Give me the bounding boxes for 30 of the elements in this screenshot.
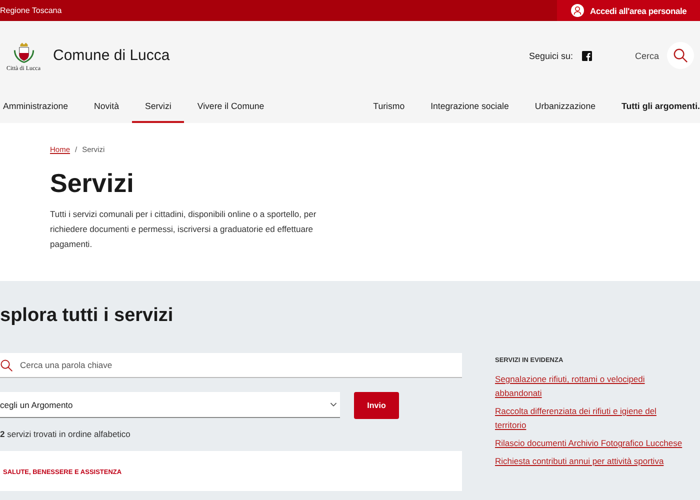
intro-text: Tutti i servizi comunali per i cittadini, disponibili online o a sportello, per richiedere documenti e permessi, iscriversi a graduatorie ed effettuare pagamenti. <box>50 208 318 251</box>
topic-link[interactable]: Tutti gli argomenti. <box>608 90 700 123</box>
submit-button[interactable]: Invio <box>354 392 399 419</box>
region-link[interactable]: Regione Toscana <box>0 6 62 15</box>
site-name[interactable]: Comune di Lucca <box>53 47 170 64</box>
search-label[interactable]: Cerca <box>634 50 659 60</box>
featured-service-link[interactable]: Segnalazione rifiuti, rottami o velocipedi abbandonati <box>495 372 685 400</box>
section-title: splora tutti i servizi <box>0 305 174 327</box>
nav-tab[interactable]: Amministrazione <box>0 90 82 123</box>
user-icon <box>571 4 584 17</box>
login-button[interactable]: Accedi all'area personale <box>557 0 700 21</box>
topic-link[interactable]: Integrazione sociale <box>418 90 522 123</box>
social-label: Seguici su: <box>528 50 573 60</box>
search-icon <box>0 359 13 372</box>
nav-tab[interactable]: Vivere il Comune <box>184 90 278 123</box>
page-title: Servizi <box>50 168 135 199</box>
topic-link[interactable]: Turismo <box>360 90 418 123</box>
featured-service-link[interactable]: Raccolta differenziata dei rifiuti e igiene del territorio <box>495 404 685 432</box>
topic-select[interactable]: cegli un Argomento <box>0 392 340 418</box>
results-count: 2 servizi trovati in ordine alfabetico <box>0 429 132 439</box>
search-button[interactable] <box>667 42 694 69</box>
search-field[interactable]: Cerca una parola chiave <box>0 353 462 378</box>
search-icon <box>673 48 688 63</box>
nav-tab[interactable]: Novità <box>81 90 132 123</box>
nav-tab[interactable]: Servizi <box>132 90 184 123</box>
featured-service-link[interactable]: Rilascio documenti Archivio Fotografico Lucchese <box>495 436 700 450</box>
chevron-down-icon <box>330 402 337 407</box>
topic-link[interactable]: Urbanizzazione <box>522 90 608 123</box>
featured-service-link[interactable]: Richiesta contributi annui per attività sportiva <box>495 454 700 468</box>
facebook-icon[interactable] <box>582 50 592 60</box>
